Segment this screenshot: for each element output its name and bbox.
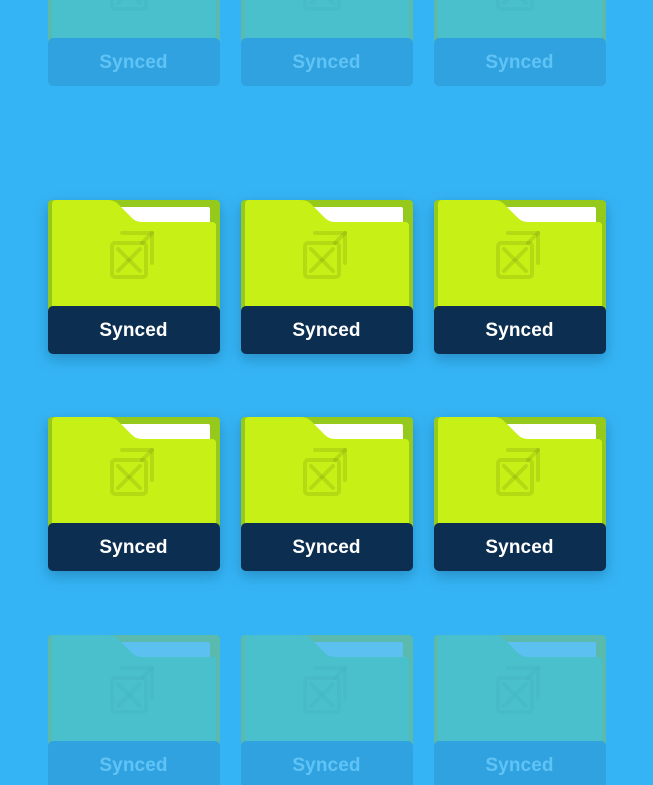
folder-front-face bbox=[48, 631, 220, 747]
status-badge: Synced bbox=[433, 741, 606, 785]
status-badge-label: Synced bbox=[99, 754, 168, 776]
status-badge-label: Synced bbox=[292, 319, 361, 341]
folder-card[interactable]: Synced bbox=[240, 413, 413, 571]
status-badge-label: Synced bbox=[292, 754, 361, 776]
status-badge-label: Synced bbox=[99, 319, 168, 341]
folder-card[interactable]: Synced bbox=[240, 631, 413, 785]
status-badge-label: Synced bbox=[292, 536, 361, 558]
folder-card[interactable]: Synced bbox=[433, 0, 606, 86]
status-badge: Synced bbox=[47, 523, 220, 571]
status-badge-label: Synced bbox=[485, 536, 554, 558]
folder-card[interactable]: Synced bbox=[240, 0, 413, 86]
folder-front-face bbox=[241, 631, 413, 747]
folder-row-4: Synced Synced Synced bbox=[0, 631, 653, 785]
folder-grid-stage: Synced Synced Synced Synced Synced Synce… bbox=[0, 0, 653, 785]
status-badge: Synced bbox=[47, 306, 220, 354]
folder-card[interactable]: Synced bbox=[433, 631, 606, 785]
status-badge: Synced bbox=[47, 38, 220, 86]
folder-front-face bbox=[434, 631, 606, 747]
status-badge: Synced bbox=[47, 741, 220, 785]
status-badge-label: Synced bbox=[292, 51, 361, 73]
folder-front-face bbox=[241, 413, 413, 529]
folder-front-face bbox=[48, 196, 220, 312]
folder-card[interactable]: Synced bbox=[47, 196, 220, 354]
status-badge: Synced bbox=[240, 38, 413, 86]
status-badge: Synced bbox=[240, 523, 413, 571]
status-badge: Synced bbox=[240, 741, 413, 785]
status-badge-label: Synced bbox=[99, 536, 168, 558]
status-badge-label: Synced bbox=[485, 754, 554, 776]
status-badge-label: Synced bbox=[485, 51, 554, 73]
folder-card[interactable]: Synced bbox=[433, 413, 606, 571]
status-badge: Synced bbox=[433, 306, 606, 354]
folder-front-face bbox=[434, 413, 606, 529]
folder-card[interactable]: Synced bbox=[47, 0, 220, 86]
status-badge-label: Synced bbox=[99, 51, 168, 73]
folder-row-1: Synced Synced Synced bbox=[0, 0, 653, 86]
folder-card[interactable]: Synced bbox=[47, 413, 220, 571]
status-badge-label: Synced bbox=[485, 319, 554, 341]
folder-card[interactable]: Synced bbox=[47, 631, 220, 785]
folder-grid: Synced Synced Synced Synced Synced Synce… bbox=[0, 0, 653, 785]
status-badge: Synced bbox=[433, 38, 606, 86]
status-badge: Synced bbox=[240, 306, 413, 354]
folder-card[interactable]: Synced bbox=[240, 196, 413, 354]
folder-front-face bbox=[48, 413, 220, 529]
folder-row-2: Synced Synced Synced bbox=[0, 196, 653, 354]
folder-card[interactable]: Synced bbox=[433, 196, 606, 354]
folder-row-3: Synced Synced Synced bbox=[0, 413, 653, 571]
folder-front-face bbox=[434, 196, 606, 312]
status-badge: Synced bbox=[433, 523, 606, 571]
folder-front-face bbox=[241, 196, 413, 312]
